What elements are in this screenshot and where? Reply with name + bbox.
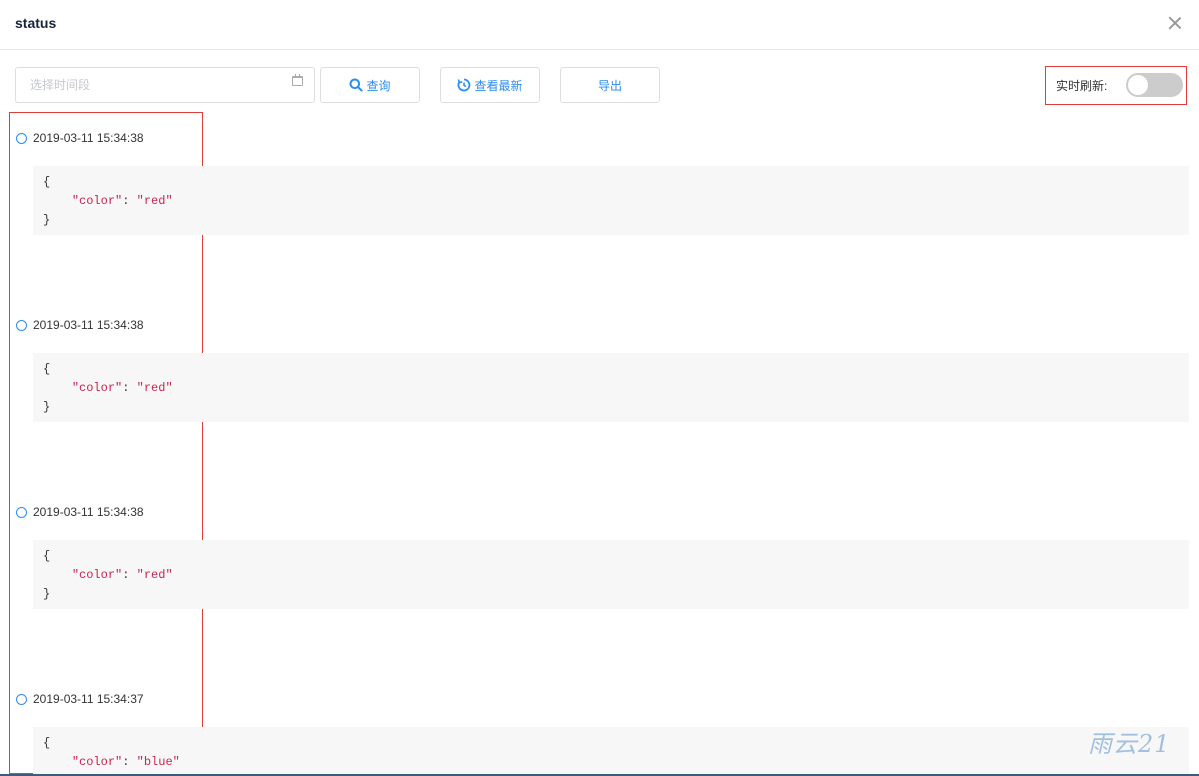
export-button-label: 导出 bbox=[597, 78, 622, 93]
json-block: { "color": "red" } bbox=[33, 166, 1189, 235]
date-range-input[interactable] bbox=[15, 67, 315, 103]
timeline-dot-icon bbox=[16, 320, 27, 331]
timeline-entry: 2019-03-11 15:34:38 { "color": "red" } bbox=[0, 318, 1199, 450]
refresh-icon bbox=[457, 78, 471, 92]
timeline-dot-icon bbox=[16, 694, 27, 705]
search-icon bbox=[349, 78, 364, 92]
entry-timestamp: 2019-03-11 15:34:37 bbox=[33, 694, 144, 706]
entry-timestamp: 2019-03-11 15:34:38 bbox=[33, 318, 144, 332]
timeline-entry: 2019-03-11 15:34:37 { "color": "blue" } bbox=[0, 694, 1199, 774]
view-latest-button[interactable]: 查看最新 bbox=[440, 67, 540, 103]
json-block: { "color": "red" } bbox=[33, 353, 1189, 422]
entry-timestamp: 2019-03-11 15:34:38 bbox=[33, 505, 144, 519]
dialog-header: status bbox=[0, 0, 1199, 50]
realtime-refresh-toggle[interactable] bbox=[1126, 73, 1183, 97]
export-button[interactable]: 导出 bbox=[560, 67, 660, 103]
query-button[interactable]: 查询 bbox=[320, 67, 420, 103]
json-block: { "color": "red" } bbox=[33, 540, 1189, 609]
realtime-refresh-label: 实时刷新: bbox=[1056, 79, 1108, 93]
json-block: { "color": "blue" } bbox=[33, 727, 1189, 774]
timeline-entry: 2019-03-11 15:34:38 { "color": "red" } bbox=[0, 505, 1199, 637]
calendar-icon[interactable] bbox=[292, 74, 303, 86]
query-button-label: 查询 bbox=[366, 78, 391, 93]
timeline-dot-icon bbox=[16, 507, 27, 518]
dialog-title: status bbox=[15, 15, 57, 31]
close-icon[interactable] bbox=[1166, 14, 1184, 32]
entry-timestamp: 2019-03-11 15:34:38 bbox=[33, 131, 144, 145]
timeline-entry: 2019-03-11 15:34:38 { "color": "red" } bbox=[0, 131, 1199, 263]
timeline-dot-icon bbox=[16, 133, 27, 144]
watermark-logo: 雨云21 bbox=[1088, 730, 1171, 758]
toggle-knob bbox=[1128, 75, 1148, 95]
view-latest-label: 查看最新 bbox=[474, 78, 523, 93]
